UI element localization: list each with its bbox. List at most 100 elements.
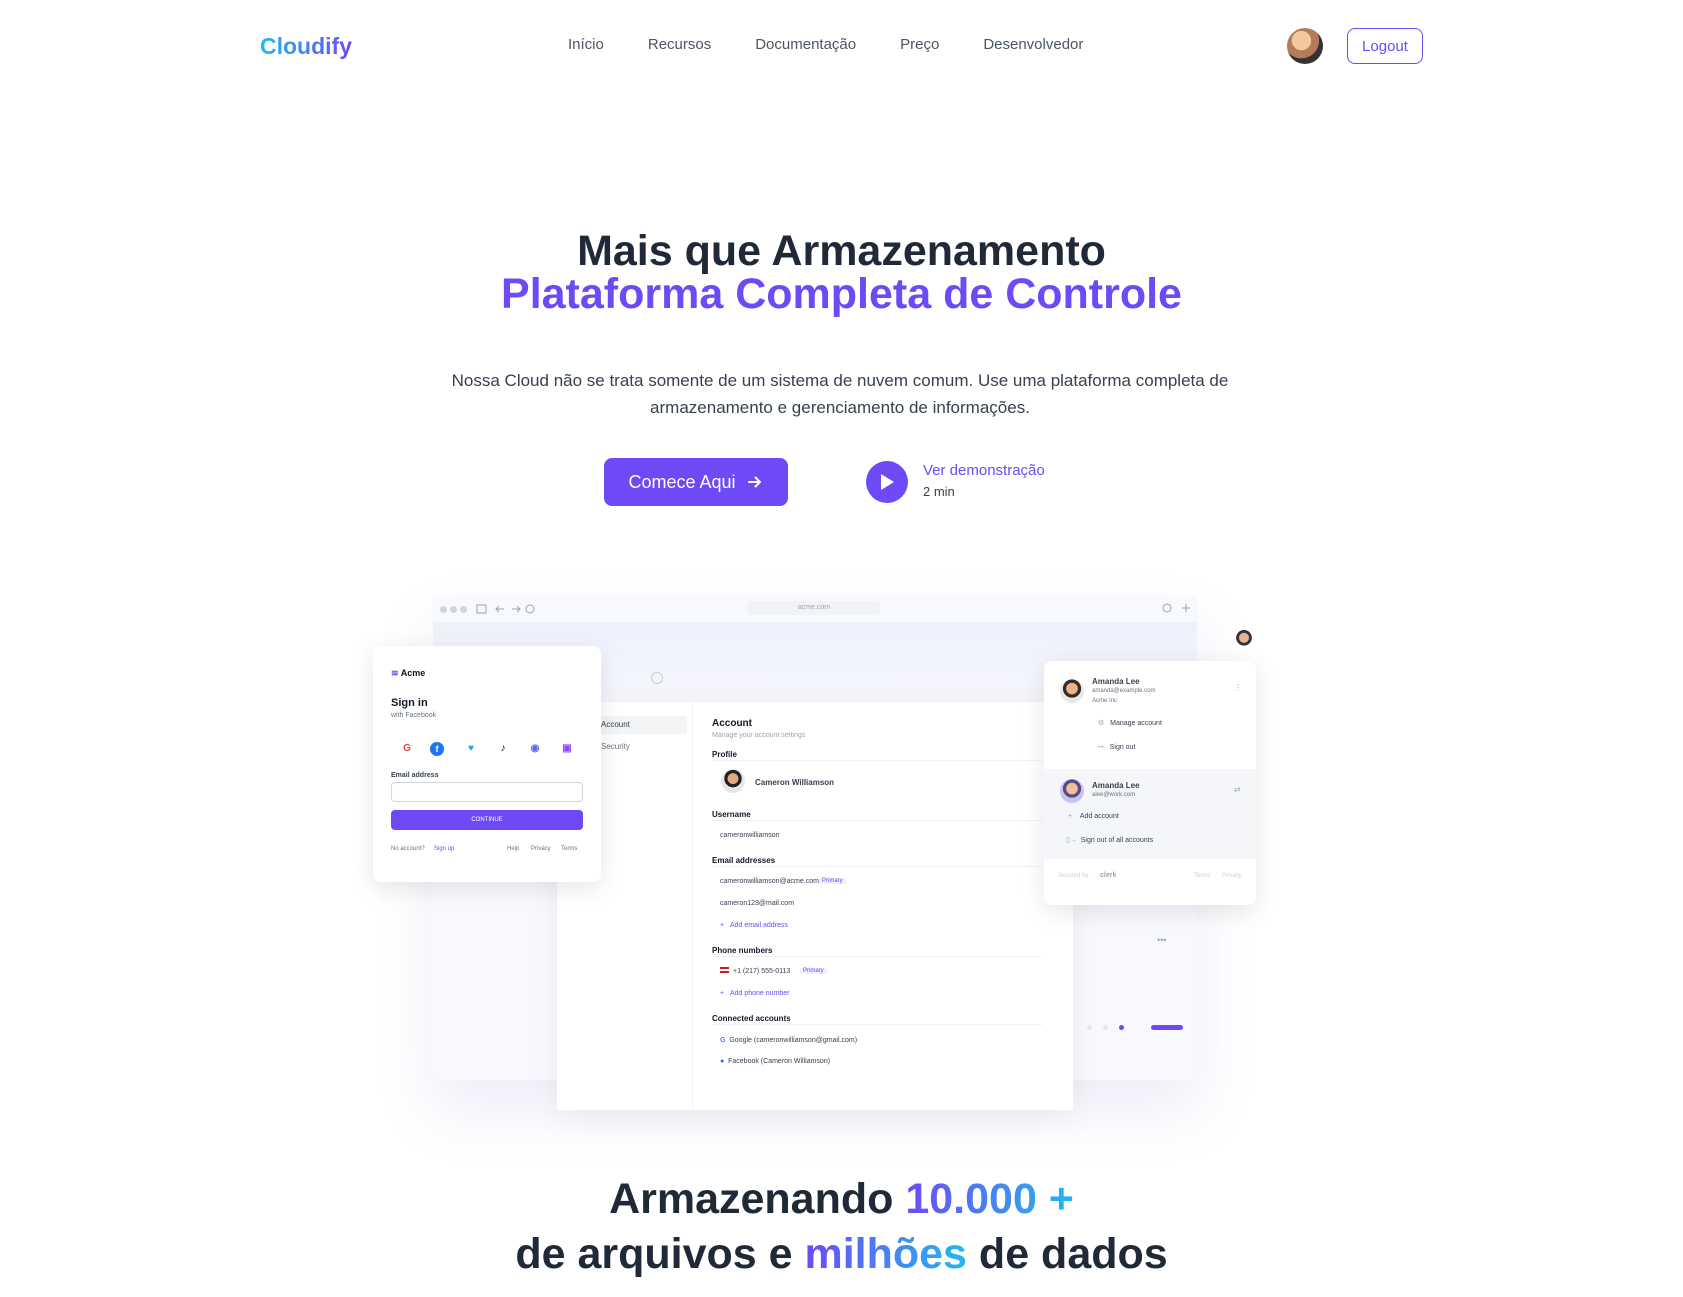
emails-label: Email addresses <box>712 856 776 865</box>
play-demo-button[interactable] <box>866 461 908 503</box>
globe-icon <box>651 672 663 684</box>
tiktok-icon[interactable]: ♪ <box>494 740 512 758</box>
signout-all-icon: ▯→ <box>1066 837 1077 844</box>
help-link[interactable]: Help <box>507 846 519 852</box>
browser-controls-icon <box>476 604 535 614</box>
twitter-icon[interactable]: ♥ <box>462 740 480 758</box>
manage-account-link[interactable]: ⚙ Manage account <box>1098 719 1162 727</box>
discord-icon[interactable]: ◉ <box>526 740 544 758</box>
usercard-terms-link[interactable]: Terms <box>1194 873 1210 879</box>
demo-link[interactable]: Ver demonstração <box>923 462 1045 479</box>
nav-item-documentacao[interactable]: Documentação <box>755 36 856 53</box>
google-account-label: Google (cameronwilliamson@gmail.com) <box>729 1037 858 1044</box>
add-email-label: Add email address <box>729 922 788 929</box>
address-bar: acme.com <box>748 601 880 615</box>
add-phone-link[interactable]: + Add phone number <box>720 990 789 997</box>
username-label: Username <box>712 810 751 819</box>
more-options-icon[interactable]: ⋮ <box>1234 683 1242 692</box>
signin-title: Sign in <box>391 697 428 709</box>
user2-email: alee@work.com <box>1092 792 1136 798</box>
signout-link[interactable]: ↦ Sign out <box>1098 743 1135 751</box>
carousel-dot[interactable] <box>1087 1025 1092 1030</box>
window-dot-icon <box>450 606 457 613</box>
facebook-icon: ● <box>720 1058 725 1065</box>
stats-number: 10.000 + <box>905 1175 1074 1223</box>
usercard-privacy-link[interactable]: Privacy <box>1222 873 1242 879</box>
carousel-dot[interactable] <box>1103 1025 1108 1030</box>
signup-link[interactable]: Sign up <box>434 846 454 852</box>
nav-item-preco[interactable]: Preço <box>900 36 939 53</box>
profile-name: Cameron Williamson <box>755 778 835 787</box>
signout-all-link[interactable]: ▯→ Sign out of all accounts <box>1066 836 1153 844</box>
email-primary[interactable]: cameronwilliamson@acme.com <box>720 878 819 885</box>
navbar: Cloudify Início Recursos Documentação Pr… <box>0 0 1683 92</box>
facebook-icon[interactable]: f <box>430 742 444 756</box>
account-title: Account <box>712 718 752 729</box>
stats-line2: de arquivos e milhões de dados <box>0 1230 1683 1279</box>
start-button[interactable]: Comece Aqui <box>604 458 788 506</box>
mini-avatar <box>1233 629 1255 651</box>
user-avatar-amanda <box>1060 679 1084 703</box>
account-panel: Account Security Account Manage your acc… <box>557 702 1073 1110</box>
profile-avatar <box>721 769 745 793</box>
nav-item-recursos[interactable]: Recursos <box>648 36 711 53</box>
continue-button[interactable]: CONTINUE <box>391 810 583 830</box>
email-secondary[interactable]: cameron123@mail.com <box>720 900 794 907</box>
nav-item-desenvolvedor[interactable]: Desenvolvedor <box>983 36 1083 53</box>
phones-label: Phone numbers <box>712 946 773 955</box>
google-icon: G <box>720 1037 726 1044</box>
account-subtitle: Manage your account settings <box>712 732 806 739</box>
window-dot-icon <box>460 606 467 613</box>
add-email-link[interactable]: + Add email address <box>720 922 788 929</box>
user1-email: amanda@example.com <box>1092 688 1156 694</box>
user1-name: Amanda Lee <box>1092 677 1140 686</box>
secured-by-text: Secured by <box>1058 873 1089 879</box>
signout-all-label: Sign out of all accounts <box>1080 837 1154 844</box>
window-dot-icon <box>440 606 447 613</box>
signin-card: ≋ Acme Sign in with Facebook Email addre… <box>373 646 601 882</box>
sidebar-item-account[interactable]: Account <box>601 720 630 729</box>
username-value[interactable]: cameronwilliamson <box>720 832 780 839</box>
nav-item-inicio[interactable]: Início <box>568 36 604 53</box>
google-account[interactable]: G Google (cameronwilliamson@gmail.com) <box>720 1037 857 1044</box>
add-account-link[interactable]: + Add account <box>1068 813 1119 820</box>
plus-icon: + <box>1068 813 1073 820</box>
sidebar-item-security[interactable]: Security <box>601 742 630 751</box>
hero-title-line2: Plataforma Completa de Controle <box>501 270 1182 318</box>
stats-highlight: milhões <box>804 1230 967 1278</box>
demo-duration: 2 min <box>923 484 955 499</box>
hero-title-line1: Mais que Armazenamento <box>577 227 1106 275</box>
carousel-dot-active[interactable] <box>1119 1025 1124 1030</box>
phone-number[interactable]: +1 (217) 555-0113 <box>720 967 790 975</box>
twitch-icon[interactable]: ▣ <box>558 740 576 758</box>
user2-name[interactable]: Amanda Lee <box>1092 781 1140 790</box>
user2-avatar <box>1060 779 1084 803</box>
gear-icon: ⚙ <box>1098 720 1105 727</box>
signout-icon: ↦ <box>1098 744 1104 751</box>
flag-us-icon <box>720 967 729 973</box>
stats-text-a: Armazenando <box>609 1175 906 1223</box>
stats-text-c: de dados <box>966 1230 1168 1278</box>
user1-org: Acme Inc <box>1092 698 1118 704</box>
browser-actions-icon <box>1162 603 1190 613</box>
terms-link[interactable]: Terms <box>561 846 577 852</box>
connected-label: Connected accounts <box>712 1014 791 1023</box>
acme-logo-icon: ≋ <box>391 668 399 678</box>
logout-button[interactable]: Logout <box>1347 28 1423 64</box>
play-icon <box>881 474 894 490</box>
user-avatar[interactable] <box>1287 28 1323 64</box>
signin-subtitle: with Facebook <box>391 712 437 719</box>
brand-logo[interactable]: Cloudify <box>260 33 352 60</box>
ellipsis-icon: ••• <box>1157 935 1167 945</box>
stats-line1: Armazenando 10.000 + <box>0 1175 1683 1224</box>
facebook-account-label: Facebook (Cameron Williamson) <box>728 1058 831 1065</box>
google-icon[interactable]: G <box>398 740 416 758</box>
profile-label: Profile <box>712 750 737 759</box>
switch-account-icon[interactable]: ⇄ <box>1234 785 1241 794</box>
carousel-indicator <box>1151 1025 1183 1030</box>
acme-logo: ≋ Acme <box>391 668 425 679</box>
facebook-account[interactable]: ● Facebook (Cameron Williamson) <box>720 1058 830 1065</box>
clerk-logo: clerk <box>1100 872 1117 879</box>
email-input[interactable] <box>391 782 583 802</box>
privacy-link[interactable]: Privacy <box>531 846 551 852</box>
